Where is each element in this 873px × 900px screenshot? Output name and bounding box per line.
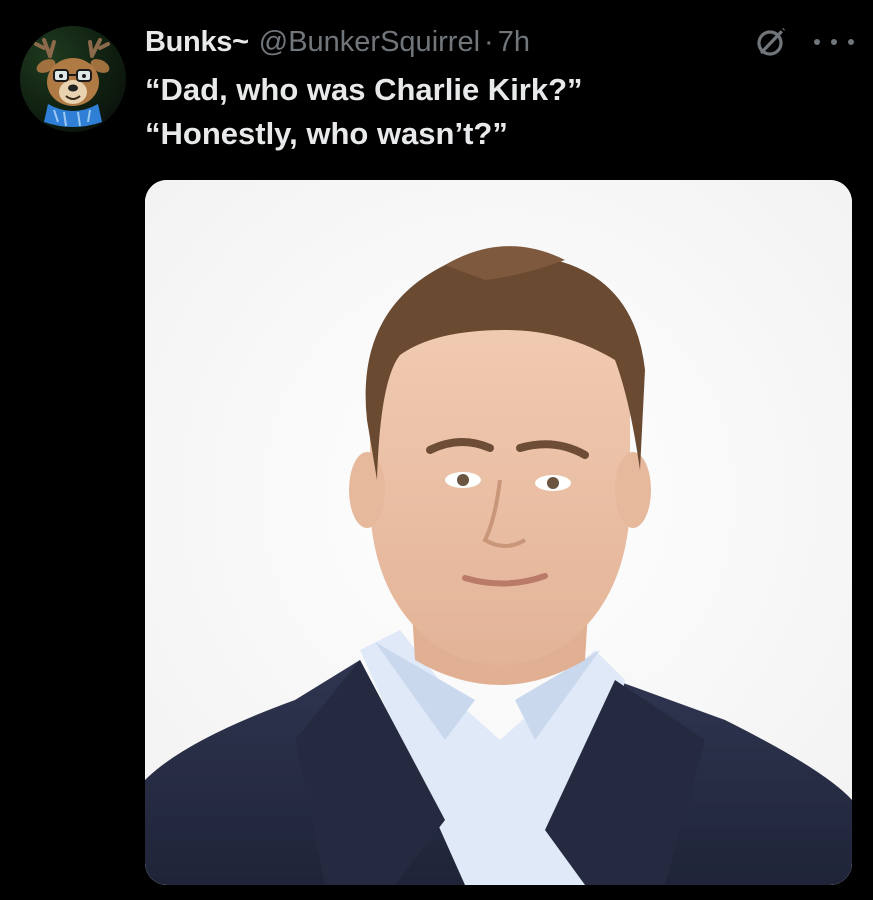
display-name[interactable]: Bunks~ <box>145 26 249 59</box>
post-text-line: “Honestly, who wasn’t?” <box>145 116 508 151</box>
dot-icon <box>848 39 854 45</box>
dot-icon <box>831 39 837 45</box>
portrait-photo <box>145 180 852 885</box>
grok-icon[interactable] <box>753 24 789 60</box>
post-timestamp[interactable]: 7h <box>498 26 530 59</box>
more-options-icon[interactable] <box>814 28 854 56</box>
post-text-line: “Dad, who was Charlie Kirk?” <box>145 72 583 107</box>
post-text: “Dad, who was Charlie Kirk?” “Honestly, … <box>145 68 835 156</box>
dot-icon <box>814 39 820 45</box>
user-handle[interactable]: @BunkerSquirrel <box>259 26 480 59</box>
post-header: Bunks~ @BunkerSquirrel · 7h <box>145 22 530 62</box>
deer-avatar-icon <box>34 38 110 127</box>
tweet[interactable]: Bunks~ @BunkerSquirrel · 7h “Dad, who wa… <box>0 0 873 900</box>
post-image[interactable] <box>145 180 852 885</box>
separator-dot: · <box>484 25 494 58</box>
avatar[interactable] <box>20 26 126 132</box>
